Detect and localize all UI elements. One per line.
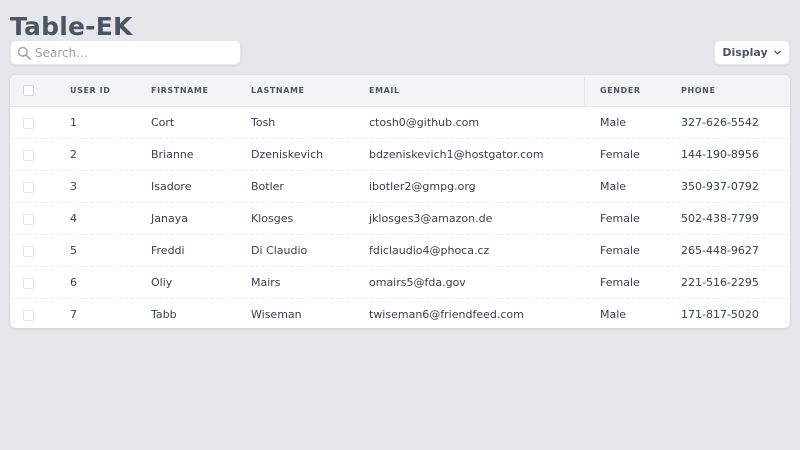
- cell-lastname: Dzeniskevich: [251, 148, 324, 161]
- cell-gender: Male: [600, 180, 627, 193]
- display-button[interactable]: Display: [714, 40, 790, 65]
- table-row[interactable]: 7 Tabb Wiseman twiseman6@friendfeed.com …: [10, 299, 790, 328]
- cell-phone: 144-190-8956: [681, 148, 759, 161]
- cell-gender: Female: [600, 244, 640, 257]
- cell-lastname: Wiseman: [251, 308, 302, 321]
- cell-firstname: Tabb: [151, 308, 177, 321]
- cell-firstname: Isadore: [151, 180, 192, 193]
- cell-firstname: Janaya: [151, 212, 188, 225]
- cell-email: jklosges3@amazon.de: [369, 212, 493, 225]
- cell-email: ctosh0@github.com: [369, 116, 480, 129]
- cell-firstname: Cort: [151, 116, 175, 129]
- display-button-label: Display: [722, 46, 768, 59]
- cell-gender: Male: [600, 308, 627, 321]
- cell-firstname: Oliy: [151, 276, 173, 289]
- column-header-email[interactable]: EMAIL: [369, 75, 400, 107]
- users-table: USER ID FIRSTNAME LASTNAME EMAIL GENDER …: [10, 75, 790, 328]
- column-header-gender[interactable]: GENDER: [600, 75, 641, 107]
- table-row[interactable]: 6 Oliy Mairs omairs5@fda.gov Female 221-…: [10, 267, 790, 299]
- select-all-checkbox[interactable]: [23, 85, 34, 96]
- cell-email: ibotler2@gmpg.org: [369, 180, 476, 193]
- page: Table-EK Display USER ID FIRSTNAME LASTN…: [0, 0, 800, 450]
- cell-email: fdiclaudio4@phoca.cz: [369, 244, 490, 257]
- column-header-firstname[interactable]: FIRSTNAME: [151, 75, 209, 107]
- table-header: USER ID FIRSTNAME LASTNAME EMAIL GENDER …: [10, 75, 790, 107]
- cell-user-id: 1: [70, 116, 77, 129]
- cell-lastname: Botler: [251, 180, 284, 193]
- table-row[interactable]: 4 Janaya Klosges jklosges3@amazon.de Fem…: [10, 203, 790, 235]
- cell-phone: 327-626-5542: [681, 116, 759, 129]
- table-row[interactable]: 2 Brianne Dzeniskevich bdzeniskevich1@ho…: [10, 139, 790, 171]
- row-checkbox[interactable]: [23, 182, 34, 193]
- cell-gender: Female: [600, 212, 640, 225]
- cell-user-id: 6: [70, 276, 77, 289]
- row-checkbox[interactable]: [23, 150, 34, 161]
- row-checkbox[interactable]: [23, 310, 34, 321]
- chevron-down-icon: [773, 50, 781, 55]
- cell-phone: 502-438-7799: [681, 212, 759, 225]
- cell-phone: 171-817-5020: [681, 308, 759, 321]
- cell-lastname: Klosges: [251, 212, 294, 225]
- cell-user-id: 4: [70, 212, 77, 225]
- cell-lastname: Mairs: [251, 276, 281, 289]
- cell-user-id: 5: [70, 244, 77, 257]
- cell-gender: Female: [600, 148, 640, 161]
- table-row[interactable]: 1 Cort Tosh ctosh0@github.com Male 327-6…: [10, 107, 790, 139]
- cell-user-id: 7: [70, 308, 77, 321]
- cell-firstname: Brianne: [151, 148, 194, 161]
- cell-email: omairs5@fda.gov: [369, 276, 466, 289]
- cell-phone: 350-937-0792: [681, 180, 759, 193]
- column-resize-handle[interactable]: [584, 77, 585, 105]
- row-checkbox[interactable]: [23, 118, 34, 129]
- table-row[interactable]: 3 Isadore Botler ibotler2@gmpg.org Male …: [10, 171, 790, 203]
- search-box[interactable]: [10, 40, 241, 65]
- cell-phone: 221-516-2295: [681, 276, 759, 289]
- cell-firstname: Freddi: [151, 244, 185, 257]
- cell-gender: Female: [600, 276, 640, 289]
- row-checkbox[interactable]: [23, 214, 34, 225]
- column-header-user-id[interactable]: USER ID: [70, 75, 111, 107]
- search-icon: [17, 46, 31, 60]
- cell-lastname: Di Claudio: [251, 244, 308, 257]
- search-input[interactable]: [35, 43, 235, 62]
- cell-gender: Male: [600, 116, 627, 129]
- cell-email: bdzeniskevich1@hostgator.com: [369, 148, 544, 161]
- cell-user-id: 3: [70, 180, 77, 193]
- cell-lastname: Tosh: [251, 116, 276, 129]
- cell-phone: 265-448-9627: [681, 244, 759, 257]
- column-header-lastname[interactable]: LASTNAME: [251, 75, 305, 107]
- cell-email: twiseman6@friendfeed.com: [369, 308, 524, 321]
- row-checkbox[interactable]: [23, 278, 34, 289]
- cell-user-id: 2: [70, 148, 77, 161]
- row-checkbox[interactable]: [23, 246, 34, 257]
- table-row[interactable]: 5 Freddi Di Claudio fdiclaudio4@phoca.cz…: [10, 235, 790, 267]
- page-title: Table-EK: [10, 12, 133, 41]
- column-header-phone[interactable]: PHONE: [681, 75, 716, 107]
